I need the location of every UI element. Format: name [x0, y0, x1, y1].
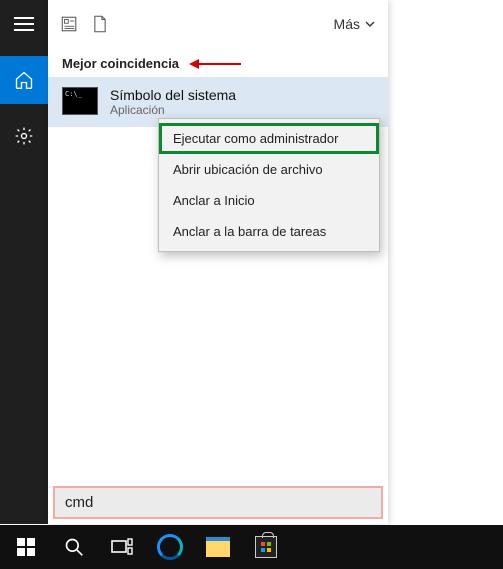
search-icon — [64, 537, 84, 557]
context-menu-item-open-location[interactable]: Abrir ubicación de archivo — [159, 154, 379, 185]
apps-filter-icon[interactable] — [60, 15, 78, 33]
store-icon — [255, 536, 277, 558]
gear-icon — [14, 126, 34, 146]
start-sidebar — [0, 0, 48, 524]
start-button[interactable] — [4, 525, 48, 569]
hamburger-button[interactable] — [0, 0, 48, 48]
settings-button[interactable] — [0, 112, 48, 160]
context-menu-item-run-admin[interactable]: Ejecutar como administrador — [159, 123, 379, 154]
home-icon — [14, 70, 34, 90]
more-label: Más — [334, 16, 360, 32]
more-filters-button[interactable]: Más — [334, 16, 376, 32]
context-menu-item-pin-taskbar[interactable]: Anclar a la barra de tareas — [159, 216, 379, 247]
annotation-arrow-icon — [187, 58, 243, 70]
search-input[interactable]: cmd — [53, 486, 383, 519]
section-header-label: Mejor coincidencia — [62, 56, 179, 71]
cmd-icon — [62, 87, 98, 115]
result-subtitle: Aplicación — [110, 103, 236, 117]
edge-icon — [157, 534, 183, 560]
file-explorer-button[interactable] — [196, 525, 240, 569]
context-menu: Ejecutar como administrador Abrir ubicac… — [158, 118, 380, 252]
chevron-down-icon — [364, 18, 376, 30]
section-header: Mejor coincidencia — [48, 48, 388, 77]
context-menu-item-pin-start[interactable]: Anclar a Inicio — [159, 185, 379, 216]
search-panel: Más Mejor coincidencia Símbolo del siste… — [48, 0, 388, 524]
home-button[interactable] — [0, 56, 48, 104]
task-view-button[interactable] — [100, 525, 144, 569]
result-title: Símbolo del sistema — [110, 87, 236, 103]
panel-toolbar: Más — [48, 0, 388, 48]
store-button[interactable] — [244, 525, 288, 569]
taskbar — [0, 525, 503, 569]
windows-icon — [17, 538, 35, 556]
task-view-icon — [111, 538, 133, 556]
taskbar-search-button[interactable] — [52, 525, 96, 569]
result-text: Símbolo del sistema Aplicación — [110, 87, 236, 117]
search-input-value: cmd — [65, 494, 93, 511]
edge-button[interactable] — [148, 525, 192, 569]
folder-icon — [206, 537, 230, 557]
documents-filter-icon[interactable] — [92, 15, 108, 33]
